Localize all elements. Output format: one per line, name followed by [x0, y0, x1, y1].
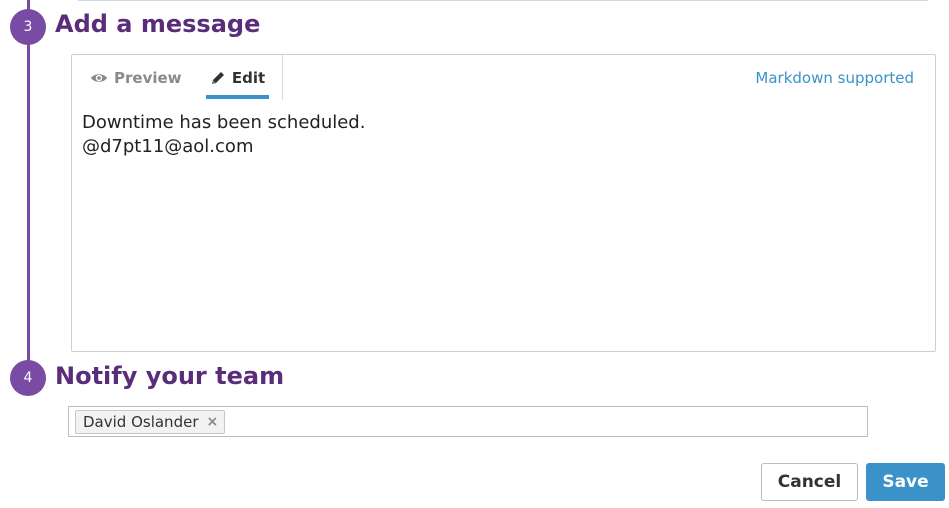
tab-edit-label: Edit — [231, 68, 266, 87]
tab-preview-label: Preview — [114, 68, 182, 87]
step-3-title: Add a message — [55, 10, 261, 38]
section-divider — [78, 0, 928, 1]
message-textarea[interactable]: Downtime has been scheduled. @d7pt11@aol… — [82, 111, 922, 159]
step-4-badge: 4 — [10, 360, 46, 396]
editor-tabs: Preview Edit — [72, 55, 283, 100]
notify-recipients-input[interactable]: David Oslander × — [68, 406, 868, 437]
step-timeline — [27, 0, 30, 362]
markdown-supported-link[interactable]: Markdown supported — [755, 69, 914, 87]
remove-recipient-icon[interactable]: × — [206, 414, 218, 430]
message-editor: Preview Edit Markdown supported Downtime… — [71, 54, 936, 352]
step-3-badge: 3 — [10, 9, 46, 45]
downtime-form: 3 Add a message Preview Edit Markdown su… — [0, 0, 949, 508]
step-4-title: Notify your team — [55, 362, 285, 390]
message-line: @d7pt11@aol.com — [82, 136, 254, 157]
message-line: Downtime has been scheduled. — [82, 112, 366, 133]
save-button[interactable]: Save — [866, 463, 945, 501]
tab-preview[interactable]: Preview — [90, 55, 182, 100]
cancel-button[interactable]: Cancel — [761, 463, 858, 501]
eye-icon — [90, 72, 108, 84]
recipient-name: David Oslander — [83, 413, 199, 431]
tab-edit[interactable]: Edit — [206, 55, 269, 100]
recipient-chip: David Oslander × — [75, 410, 226, 434]
pencil-icon — [210, 70, 226, 86]
